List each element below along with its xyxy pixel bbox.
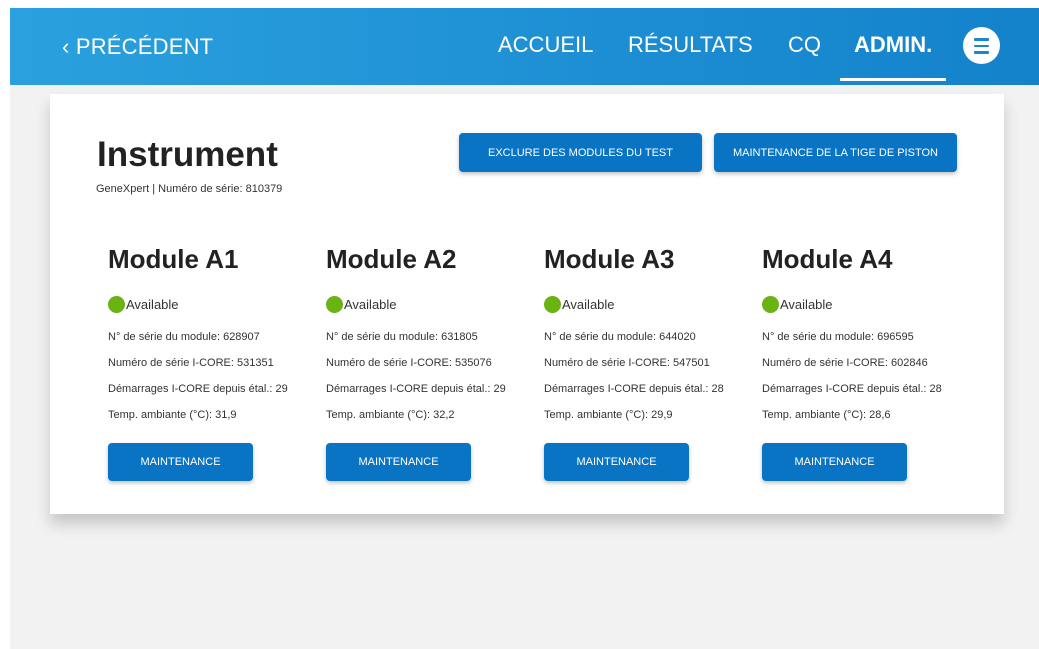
- ambient-temp: Temp. ambiante (°C): 28,6: [762, 409, 891, 421]
- icore-startups: Démarrages I-CORE depuis étal.: 28: [544, 383, 724, 395]
- nav-cq[interactable]: CQ: [788, 32, 821, 58]
- page-title: Instrument: [97, 135, 278, 174]
- status-dot-icon: [108, 296, 125, 313]
- hamburger-menu-icon[interactable]: [963, 27, 1000, 64]
- top-navigation-bar: ‹ PRÉCÉDENT ACCUEIL RÉSULTATS CQ ADMIN.: [10, 8, 1039, 85]
- plunger-maintenance-button[interactable]: MAINTENANCE DE LA TIGE DE PISTON: [714, 133, 957, 172]
- icore-serial: Numéro de série I-CORE: 602846: [762, 357, 928, 369]
- status-dot-icon: [762, 296, 779, 313]
- maintenance-button[interactable]: MAINTENANCE: [544, 443, 689, 481]
- module-title: Module A3: [544, 244, 675, 274]
- module-serial: N° de série du module: 631805: [326, 331, 478, 343]
- module-title: Module A4: [762, 244, 893, 274]
- nav-admin[interactable]: ADMIN.: [854, 32, 932, 58]
- module-title: Module A1: [108, 244, 239, 274]
- ambient-temp: Temp. ambiante (°C): 31,9: [108, 409, 237, 421]
- back-link[interactable]: ‹ PRÉCÉDENT: [62, 34, 213, 60]
- status-text: Available: [126, 297, 179, 312]
- icore-startups: Démarrages I-CORE depuis étal.: 28: [762, 383, 942, 395]
- module-card-a3: Module A3 Available N° de série du modul…: [544, 244, 754, 481]
- nav-resultats[interactable]: RÉSULTATS: [628, 32, 753, 58]
- ambient-temp: Temp. ambiante (°C): 32,2: [326, 409, 455, 421]
- app-frame: ‹ PRÉCÉDENT ACCUEIL RÉSULTATS CQ ADMIN. …: [10, 8, 1039, 649]
- instrument-subtitle: GeneXpert | Numéro de série: 810379: [96, 183, 283, 195]
- icore-serial: Numéro de série I-CORE: 535076: [326, 357, 492, 369]
- status-dot-icon: [326, 296, 343, 313]
- maintenance-button[interactable]: MAINTENANCE: [326, 443, 471, 481]
- ambient-temp: Temp. ambiante (°C): 29,9: [544, 409, 673, 421]
- status-text: Available: [780, 297, 833, 312]
- maintenance-button[interactable]: MAINTENANCE: [762, 443, 907, 481]
- module-card-a2: Module A2 Available N° de série du modul…: [326, 244, 536, 481]
- module-serial: N° de série du module: 696595: [762, 331, 914, 343]
- module-title: Module A2: [326, 244, 457, 274]
- icore-serial: Numéro de série I-CORE: 531351: [108, 357, 274, 369]
- exclude-modules-button[interactable]: EXCLURE DES MODULES DU TEST: [459, 133, 702, 172]
- maintenance-button[interactable]: MAINTENANCE: [108, 443, 253, 481]
- status-dot-icon: [544, 296, 561, 313]
- icore-startups: Démarrages I-CORE depuis étal.: 29: [108, 383, 288, 395]
- instrument-panel: Instrument GeneXpert | Numéro de série: …: [50, 94, 1004, 514]
- status-text: Available: [562, 297, 615, 312]
- active-nav-indicator: [840, 78, 946, 81]
- icore-serial: Numéro de série I-CORE: 547501: [544, 357, 710, 369]
- nav-accueil[interactable]: ACCUEIL: [498, 32, 593, 58]
- module-serial: N° de série du module: 628907: [108, 331, 260, 343]
- status-text: Available: [344, 297, 397, 312]
- module-serial: N° de série du module: 644020: [544, 331, 696, 343]
- module-card-a4: Module A4 Available N° de série du modul…: [762, 244, 972, 481]
- icore-startups: Démarrages I-CORE depuis étal.: 29: [326, 383, 506, 395]
- module-card-a1: Module A1 Available N° de série du modul…: [108, 244, 318, 481]
